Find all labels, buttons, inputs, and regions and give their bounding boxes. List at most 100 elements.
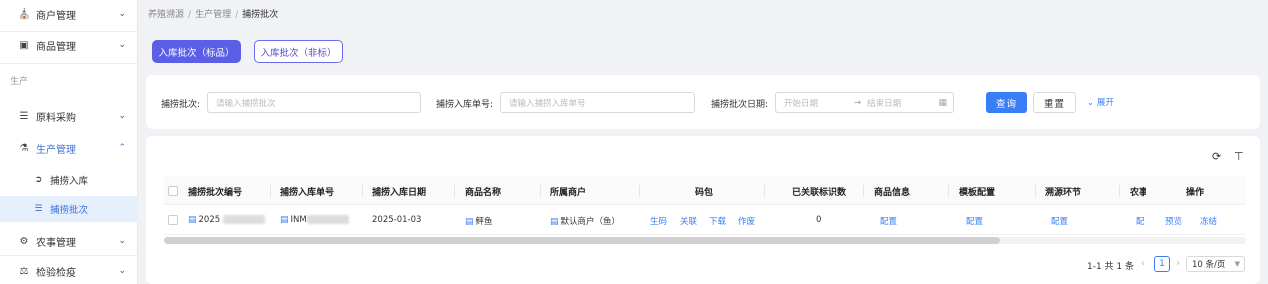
- trace-step-config-link[interactable]: 配置: [1051, 215, 1068, 227]
- copy-icon[interactable]: ▤: [188, 215, 197, 225]
- end-date-input[interactable]: 结束日期: [867, 97, 901, 109]
- generate-code-link[interactable]: 生码: [650, 215, 667, 227]
- page-size-value: 10 条/页: [1192, 260, 1226, 270]
- row-checkbox[interactable]: [168, 215, 178, 225]
- chevron-down-icon: ⌄: [118, 236, 126, 246]
- th-farming: 农事: [1130, 188, 1146, 198]
- template-config-link[interactable]: 配置: [966, 215, 983, 227]
- date-range-picker[interactable]: 开始日期 → 结束日期 ▦: [775, 92, 954, 113]
- sidebar: ⛪ 商户管理 ⌄ ▣ 商品管理 ⌄ 生产 ☰ 原料采购 ⌄ ⚗ 生产管理 ⌃ ➲…: [0, 0, 138, 284]
- sidebar-item-farming[interactable]: ⚙ 农事管理 ⌄: [0, 227, 138, 255]
- refresh-icon[interactable]: ⟳: [1212, 150, 1221, 163]
- select-all-checkbox[interactable]: [168, 186, 178, 196]
- table-panel: ⟳ ⊤ 捕捞批次编号 捕捞入库单号 捕捞入库日期 商品名称 所属商户 码包 已关…: [146, 136, 1260, 284]
- th-inbound-no: 捕捞入库单号: [280, 188, 335, 198]
- batch-label: 捕捞批次:: [161, 100, 201, 110]
- redacted-text: [306, 215, 349, 224]
- image-icon: ▣: [19, 39, 29, 51]
- download-link[interactable]: 下载: [709, 215, 726, 227]
- copy-icon[interactable]: ▤: [280, 215, 289, 225]
- cell-batch-no: ▤ 2025: [188, 215, 265, 225]
- section-title-production: 生产: [10, 77, 29, 87]
- scrollbar-thumb[interactable]: [164, 237, 1000, 244]
- page-current[interactable]: 1: [1154, 256, 1170, 272]
- table-header: 捕捞批次编号 捕捞入库单号 捕捞入库日期 商品名称 所属商户 码包 已关联标识数…: [164, 176, 1246, 205]
- copy-icon[interactable]: ▤: [465, 217, 474, 227]
- prev-page-icon[interactable]: ‹: [1141, 258, 1145, 269]
- void-link[interactable]: 作废: [738, 215, 755, 227]
- sidebar-item-label: 检验检疫: [36, 267, 76, 279]
- range-arrow-icon: →: [854, 97, 862, 108]
- preview-link[interactable]: 预览: [1165, 215, 1182, 227]
- sidebar-subitem-catch-inbound[interactable]: ➲ 捕捞入库: [0, 167, 138, 193]
- cell-goods-name: ▤ 鲆鱼: [465, 215, 493, 227]
- reset-button[interactable]: 重置: [1033, 92, 1076, 113]
- sidebar-subitem-catch-batch[interactable]: ☰ 捕捞批次: [0, 196, 138, 222]
- chevron-down-icon: ⌄: [118, 9, 126, 19]
- calendar-icon: ▦: [938, 97, 947, 108]
- column-divider: [863, 185, 864, 197]
- list-icon: ☰: [19, 110, 29, 122]
- batch-no-text: 2025: [198, 215, 221, 225]
- th-inbound-date: 捕捞入库日期: [372, 188, 427, 198]
- sidebar-item-label: 商品管理: [36, 41, 76, 53]
- redacted-text: [222, 215, 265, 224]
- breadcrumb-item[interactable]: 生产管理: [195, 10, 231, 20]
- merchant-text: 默认商户（鱼）: [560, 217, 621, 227]
- sidebar-item-label: 捕捞入库: [50, 176, 89, 187]
- column-height-icon[interactable]: ⊤: [1234, 150, 1244, 163]
- th-trace-step: 溯源环节: [1045, 188, 1082, 198]
- chevron-down-icon: ⌄: [118, 266, 126, 276]
- column-divider: [454, 185, 455, 197]
- goods-info-config-link[interactable]: 配置: [880, 215, 897, 227]
- inspection-icon: ⚖: [19, 265, 29, 277]
- associate-link[interactable]: 关联: [680, 215, 697, 227]
- tab-nonstandard-batch[interactable]: 入库批次（非标）: [254, 40, 343, 63]
- farming-config-link[interactable]: 配: [1136, 215, 1144, 227]
- copy-icon[interactable]: ▤: [550, 217, 559, 227]
- breadcrumb-item[interactable]: 养殖溯源: [148, 10, 184, 20]
- search-panel: 捕捞批次: 请输入捕捞批次 捕捞入库单号: 请输入捕捞入库单号 捕捞批次日期: …: [146, 75, 1260, 129]
- cell-inbound-no: ▤ INM: [280, 215, 349, 225]
- gear-icon: ⚙: [19, 235, 29, 247]
- breadcrumb: 养殖溯源 / 生产管理 / 捕捞批次: [148, 7, 278, 20]
- bank-icon: ⛪: [18, 8, 31, 20]
- pagination-total: 1-1 共 1 条: [1087, 262, 1135, 272]
- inbound-no-label: 捕捞入库单号:: [436, 100, 494, 110]
- column-divider: [362, 185, 363, 197]
- sidebar-item-merchant[interactable]: ⛪ 商户管理 ⌄: [0, 0, 138, 28]
- divider: [0, 255, 138, 256]
- chevron-down-icon: ⌄: [118, 40, 126, 50]
- sidebar-item-inspection[interactable]: ⚖ 检验检疫 ⌄: [0, 257, 138, 284]
- column-divider: [1035, 185, 1036, 197]
- breadcrumb-separator: /: [188, 10, 192, 20]
- th-code-pack: 码包: [695, 188, 714, 198]
- th-merchant: 所属商户: [550, 188, 587, 198]
- th-actions: 操作: [1186, 188, 1205, 198]
- cell-inbound-date: 2025-01-03: [372, 215, 422, 225]
- next-page-icon[interactable]: ›: [1176, 258, 1180, 269]
- sidebar-item-goods[interactable]: ▣ 商品管理 ⌄: [0, 31, 138, 59]
- expand-link[interactable]: ⌄ 展开: [1087, 96, 1114, 108]
- tab-standard-batch[interactable]: 入库批次（标品）: [152, 40, 241, 63]
- sidebar-item-raw-purchase[interactable]: ☰ 原料采购 ⌄: [0, 102, 138, 130]
- sidebar-item-production-mgmt[interactable]: ⚗ 生产管理 ⌃: [0, 134, 138, 162]
- goods-name-text: 鲆鱼: [475, 217, 493, 227]
- date-label: 捕捞批次日期:: [711, 100, 769, 110]
- chevron-down-icon: ⌄: [118, 111, 126, 121]
- sidebar-item-label: 生产管理: [36, 144, 76, 156]
- divider: [0, 63, 138, 64]
- freeze-link[interactable]: 冻结: [1200, 215, 1217, 227]
- batch-input[interactable]: 请输入捕捞批次: [207, 92, 421, 113]
- inbound-no-input[interactable]: 请输入捕捞入库单号: [500, 92, 695, 113]
- query-button[interactable]: 查询: [986, 92, 1027, 113]
- start-date-input[interactable]: 开始日期: [784, 97, 818, 109]
- column-divider: [948, 185, 949, 197]
- expand-label: 展开: [1096, 98, 1114, 108]
- page-size-select[interactable]: 10 条/页 ▼: [1186, 256, 1245, 272]
- sidebar-item-label: 捕捞批次: [50, 205, 89, 216]
- breadcrumb-separator: /: [235, 10, 239, 20]
- th-linked-count: 已关联标识数: [792, 188, 847, 198]
- horizontal-scrollbar[interactable]: [164, 237, 1246, 244]
- chevron-down-icon: ▼: [1234, 260, 1240, 268]
